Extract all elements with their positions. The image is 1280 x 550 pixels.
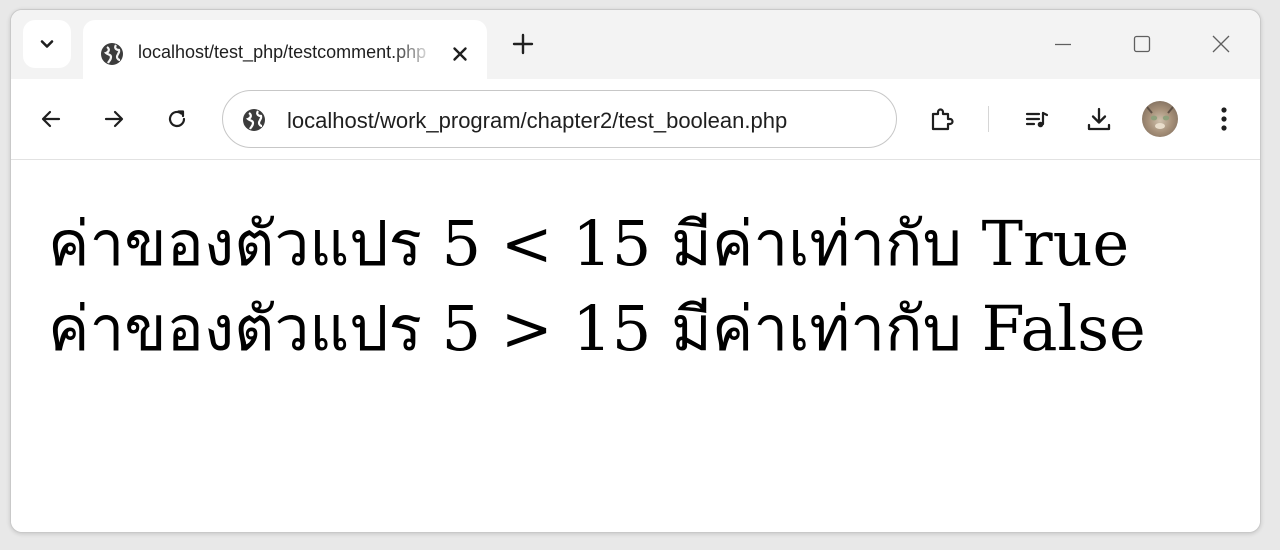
forward-arrow-icon [104, 110, 124, 128]
downloads-button[interactable] [1080, 100, 1118, 138]
avatar[interactable] [1142, 101, 1178, 137]
chevron-down-icon [40, 40, 54, 48]
minimize-button[interactable] [1045, 28, 1081, 60]
more-vert-icon [1221, 107, 1227, 131]
tab-close-button[interactable] [447, 41, 473, 67]
forward-button[interactable] [95, 100, 133, 138]
site-info-icon[interactable] [241, 107, 267, 133]
menu-button[interactable] [1205, 100, 1243, 138]
profile-photo-icon [1146, 106, 1174, 129]
extensions-button[interactable] [923, 100, 961, 138]
tab-strip: localhost/test_php/testcomment.php [11, 10, 1260, 79]
new-tab-button[interactable] [507, 28, 539, 60]
toolbar: localhost/work_program/chapter2/test_boo… [11, 79, 1260, 160]
back-button[interactable] [32, 100, 70, 138]
back-arrow-icon [41, 110, 61, 128]
address-bar[interactable]: localhost/work_program/chapter2/test_boo… [222, 90, 897, 148]
close-icon [453, 47, 467, 61]
output-line-true: ค่าของตัวแปร 5 < 15 มีค่าเท่ากับ True [48, 207, 1130, 280]
tab-active[interactable]: localhost/test_php/testcomment.php [83, 20, 487, 79]
page-content: ค่าของตัวแปร 5 < 15 มีค่าเท่ากับ True ค่… [11, 160, 1260, 532]
globe-icon [101, 43, 123, 65]
close-window-icon [1212, 35, 1230, 53]
maximize-icon [1133, 35, 1151, 53]
plus-icon [512, 33, 534, 55]
reload-icon [168, 110, 186, 128]
reload-button[interactable] [158, 100, 196, 138]
toolbar-separator [988, 106, 989, 132]
url-text[interactable]: localhost/work_program/chapter2/test_boo… [287, 108, 787, 134]
minimize-icon [1055, 43, 1071, 46]
download-icon [1087, 107, 1111, 131]
output-line-false: ค่าของตัวแปร 5 > 15 มีค่าเท่ากับ False [48, 292, 1146, 365]
tab-title: localhost/test_php/testcomment.php [138, 42, 427, 62]
media-playlist-icon [1025, 111, 1049, 128]
tab-search-button[interactable] [23, 20, 71, 68]
close-window-button[interactable] [1203, 28, 1239, 60]
browser-window: localhost/test_php/testcomment.php local… [10, 9, 1261, 533]
extensions-icon [931, 108, 954, 131]
media-button[interactable] [1018, 100, 1056, 138]
maximize-button[interactable] [1124, 28, 1160, 60]
